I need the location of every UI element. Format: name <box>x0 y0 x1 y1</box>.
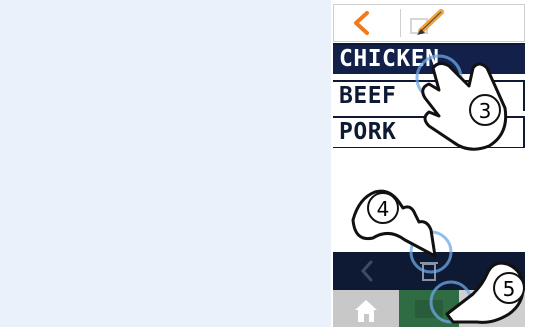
step-number: 3 <box>479 99 492 123</box>
step-3-hand-pointer-icon: 3 <box>415 54 508 151</box>
home-button[interactable] <box>333 290 399 327</box>
chevron-left-icon <box>354 11 369 35</box>
pencil-icon <box>410 9 444 35</box>
step-number: 4 <box>377 197 390 221</box>
back-button[interactable] <box>334 5 400 41</box>
top-toolbar <box>333 4 525 42</box>
step-5-hand-pointer-icon: 5 <box>429 261 525 324</box>
list-item-label: PORK <box>339 119 397 145</box>
home-icon <box>355 300 377 322</box>
blank-left-panel <box>0 0 331 327</box>
edit-button[interactable] <box>401 5 461 41</box>
step-number: 5 <box>503 277 516 301</box>
device-screen: CHICKEN BEEF PORK 3 4 5 <box>331 0 527 327</box>
list-item-label: BEEF <box>339 83 397 109</box>
